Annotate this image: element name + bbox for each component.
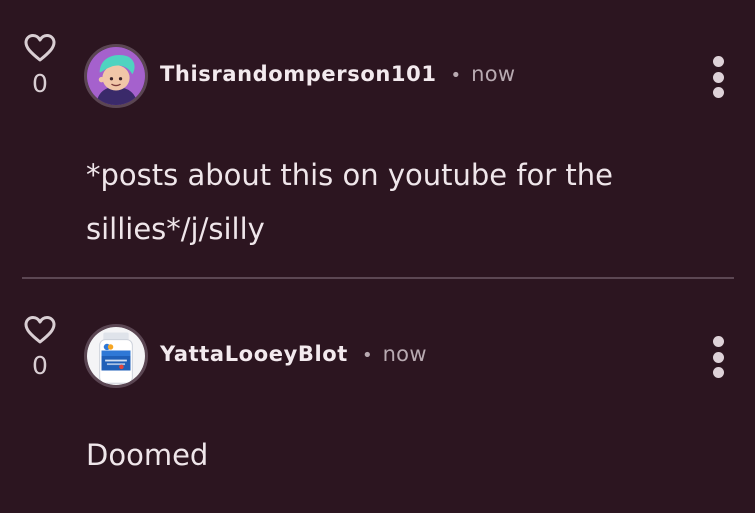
username[interactable]: Thisrandomperson101 [160, 62, 437, 86]
comment-text: Doomed [86, 438, 209, 472]
timestamp: now [382, 342, 427, 366]
heart-icon[interactable] [24, 33, 56, 63]
like-count: 0 [32, 69, 48, 98]
separator-dot: • [361, 345, 373, 366]
comment-text: *posts about this on youtube for the sil… [86, 158, 614, 246]
comment-meta: Thisrandomperson101 • now [160, 62, 515, 86]
comment: 0 YattaLooeyBlot • now Doomed [0, 280, 755, 513]
like-count: 0 [32, 351, 48, 380]
avatar[interactable] [84, 44, 148, 108]
separator-dot: • [450, 65, 462, 86]
more-options-icon[interactable] [711, 336, 725, 378]
username[interactable]: YattaLooeyBlot [160, 342, 348, 366]
cartoon-character-avatar [87, 47, 145, 105]
medicine-bottle-avatar [87, 327, 145, 385]
avatar[interactable] [84, 324, 148, 388]
divider [22, 277, 734, 279]
comment-meta: YattaLooeyBlot • now [160, 342, 427, 366]
more-options-icon[interactable] [711, 56, 725, 98]
timestamp: now [471, 62, 516, 86]
like-column: 0 [20, 33, 60, 96]
comment: 0 Thisrandomperson101 • now *posts about… [0, 0, 755, 279]
heart-icon[interactable] [24, 315, 56, 345]
like-column: 0 [20, 315, 60, 378]
